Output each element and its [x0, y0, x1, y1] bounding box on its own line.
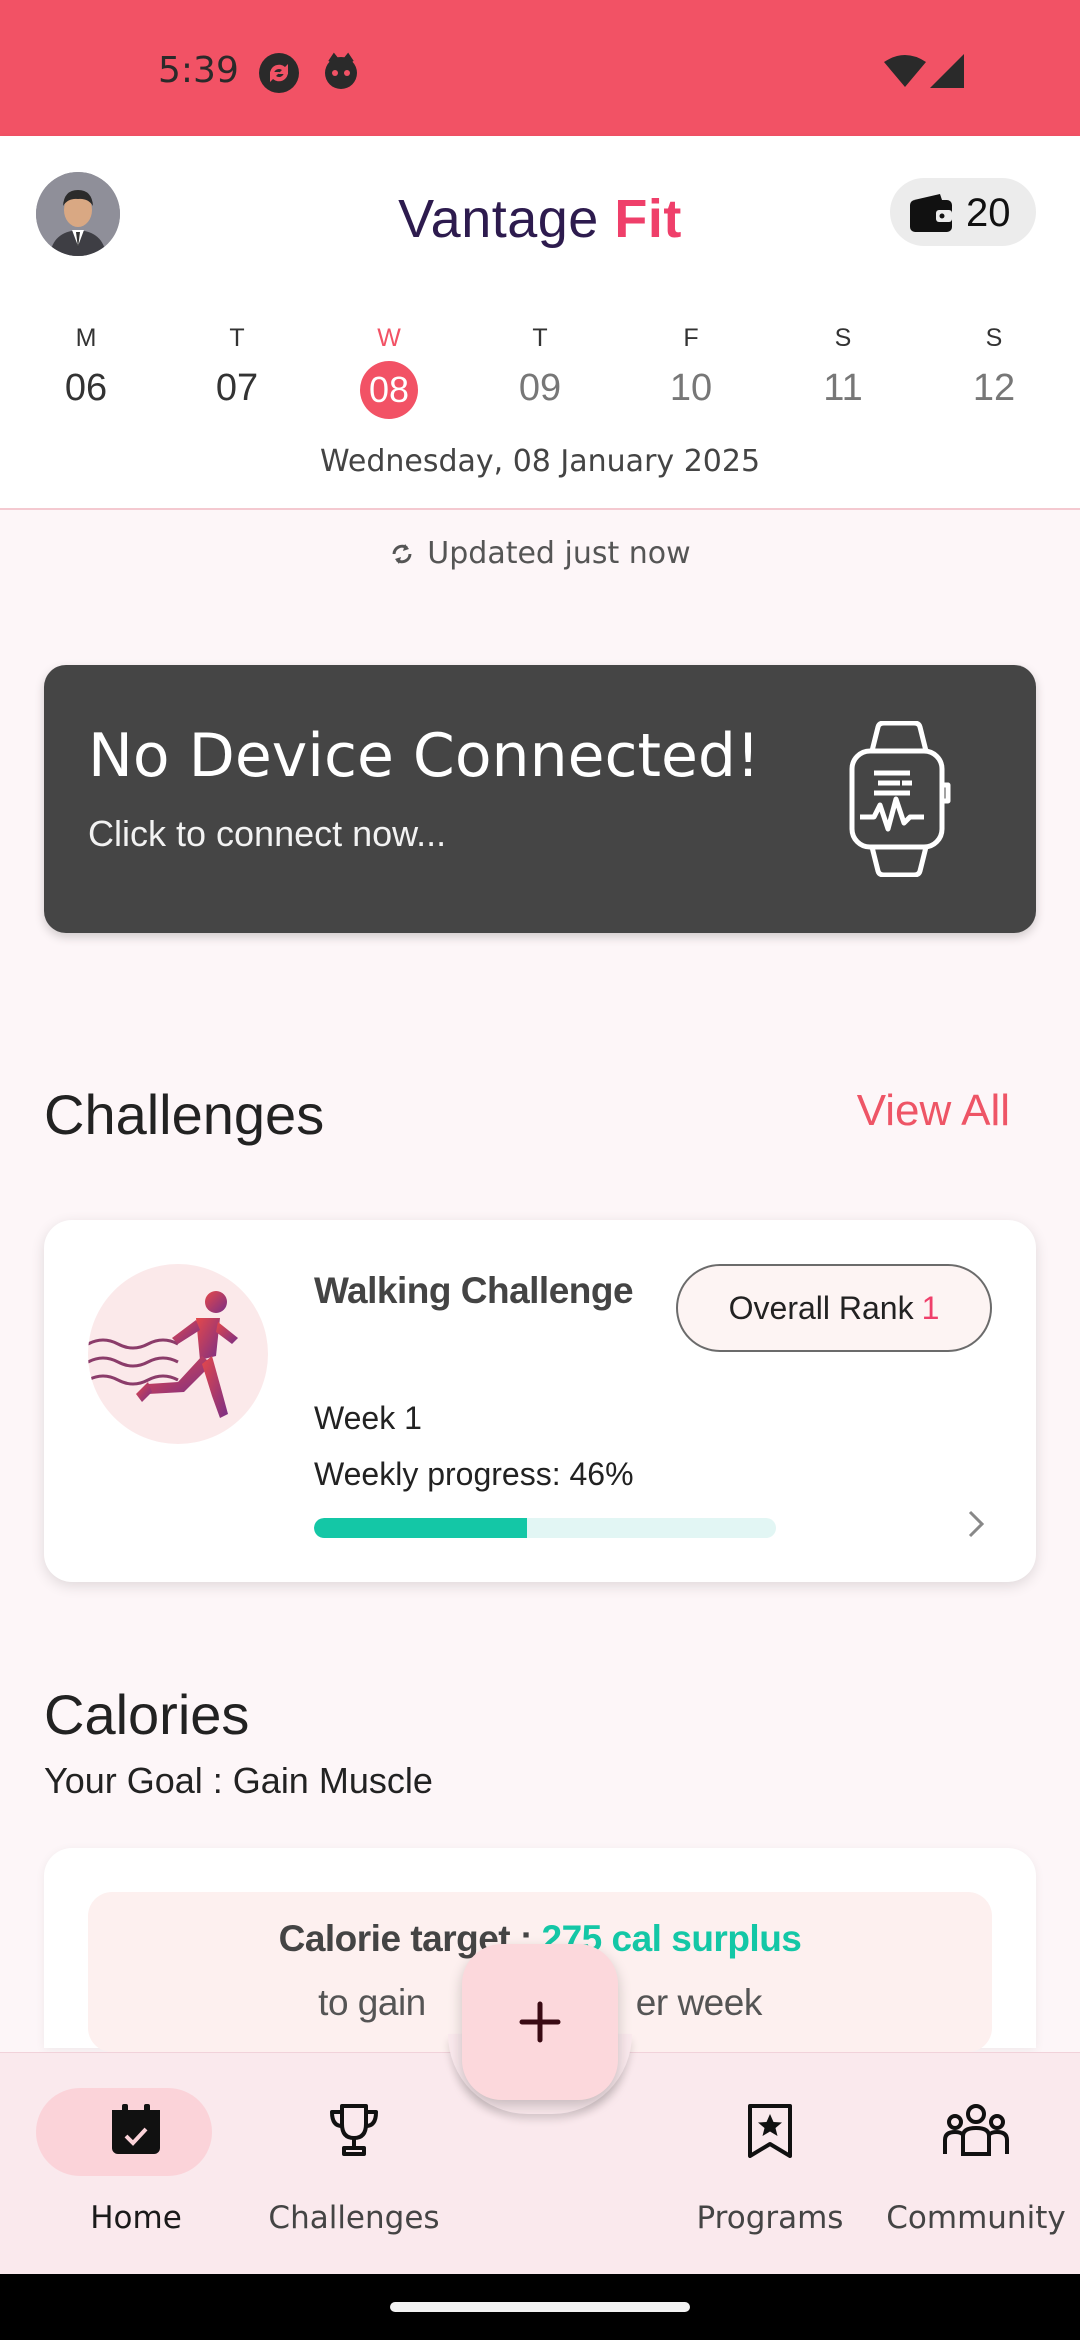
chevron-right-icon[interactable] — [964, 1506, 988, 1547]
day-letter: T — [532, 324, 548, 352]
nav-challenges[interactable]: Challenges — [254, 2052, 454, 2274]
runner-icon — [88, 1264, 268, 1444]
full-date: Wednesday, 08 January 2025 — [319, 444, 761, 479]
progress-fill — [314, 1518, 527, 1538]
day-number-selected: 08 — [360, 361, 418, 419]
brand-primary: Vantage — [398, 189, 599, 249]
connect-device-card[interactable]: No Device Connected! Click to connect no… — [44, 665, 1036, 933]
app-header: Vantage Fit 20 — [0, 136, 1080, 290]
community-icon — [876, 2102, 1076, 2163]
device-card-subtitle: Click to connect now... — [88, 813, 447, 854]
wifi-icon — [884, 54, 926, 93]
day-sunday[interactable]: S 12 — [944, 324, 1044, 410]
system-gesture-bar — [0, 2274, 1080, 2340]
wallet-icon — [908, 194, 954, 237]
bookmark-star-icon — [670, 2102, 870, 2163]
rank-value: 1 — [921, 1290, 940, 1326]
challenge-week: Week 1 — [314, 1400, 422, 1436]
challenges-heading: Challenges — [44, 1083, 325, 1146]
nav-programs[interactable]: Programs — [670, 2052, 870, 2274]
day-letter: W — [377, 324, 401, 352]
face-notification-icon — [322, 52, 360, 90]
trophy-icon — [254, 2102, 454, 2163]
overall-rank-badge[interactable]: Overall Rank 1 — [676, 1264, 992, 1352]
status-time: 5:39 — [158, 50, 239, 91]
weekly-progress-bar — [314, 1518, 776, 1538]
day-number: 10 — [669, 367, 713, 409]
day-letter: S — [834, 324, 852, 352]
day-letter: T — [229, 324, 245, 352]
nav-label: Community — [886, 2200, 1066, 2236]
week-strip: M 06 T 07 W 08 T 09 F 10 S 11 S 12 Wedne… — [0, 290, 1080, 510]
smartwatch-icon — [844, 720, 954, 882]
calorie-goal: Your Goal : Gain Muscle — [44, 1760, 433, 1801]
day-letter: M — [75, 324, 97, 352]
wallet-button[interactable]: 20 — [890, 178, 1036, 246]
challenge-name: Walking Challenge — [314, 1270, 634, 1311]
day-number: 09 — [518, 367, 562, 409]
day-number: 12 — [972, 367, 1016, 409]
signal-icon — [930, 54, 964, 93]
status-bar: 5:39 — [0, 0, 1080, 136]
calendar-check-icon — [36, 2102, 236, 2163]
rank-label: Overall Rank — [728, 1290, 914, 1326]
nav-home[interactable]: Home — [36, 2052, 236, 2274]
calorie-gain-left: to gain — [318, 1982, 426, 2023]
day-number: 06 — [64, 367, 108, 409]
updated-text: Updated just now — [427, 536, 691, 571]
day-number: 07 — [215, 367, 259, 409]
day-number: 11 — [823, 367, 863, 409]
brand-accent: Fit — [614, 189, 682, 249]
challenge-card[interactable]: Walking Challenge Overall Rank 1 Week 1 W… — [44, 1220, 1036, 1582]
device-card-title: No Device Connected! — [88, 721, 761, 791]
day-letter: S — [985, 324, 1003, 352]
day-tuesday[interactable]: T 07 — [187, 324, 287, 410]
calorie-gain-right: er week — [635, 1982, 763, 2023]
nav-community[interactable]: Community — [876, 2052, 1076, 2274]
sync-status-icon — [258, 52, 299, 93]
nav-label: Challenges — [268, 2200, 440, 2236]
day-saturday[interactable]: S 11 — [793, 324, 893, 410]
plus-icon — [512, 1994, 568, 2055]
updated-status[interactable]: Updated just now — [0, 536, 1080, 575]
refresh-icon — [389, 540, 415, 575]
nav-label: Programs — [696, 2200, 844, 2236]
day-letter: F — [683, 324, 699, 352]
nav-label: Home — [90, 2200, 182, 2236]
add-button[interactable] — [462, 1944, 618, 2100]
day-friday[interactable]: F 10 — [641, 324, 741, 410]
day-monday[interactable]: M 06 — [36, 324, 136, 410]
calories-heading: Calories — [44, 1683, 250, 1746]
weekly-progress-text: Weekly progress: 46% — [314, 1456, 634, 1492]
view-all-link[interactable]: View All — [857, 1086, 1010, 1136]
day-thursday[interactable]: T 09 — [490, 324, 590, 410]
home-gesture-handle[interactable] — [390, 2302, 690, 2312]
wallet-count: 20 — [966, 191, 1011, 235]
day-wednesday[interactable]: W 08 — [339, 324, 439, 419]
